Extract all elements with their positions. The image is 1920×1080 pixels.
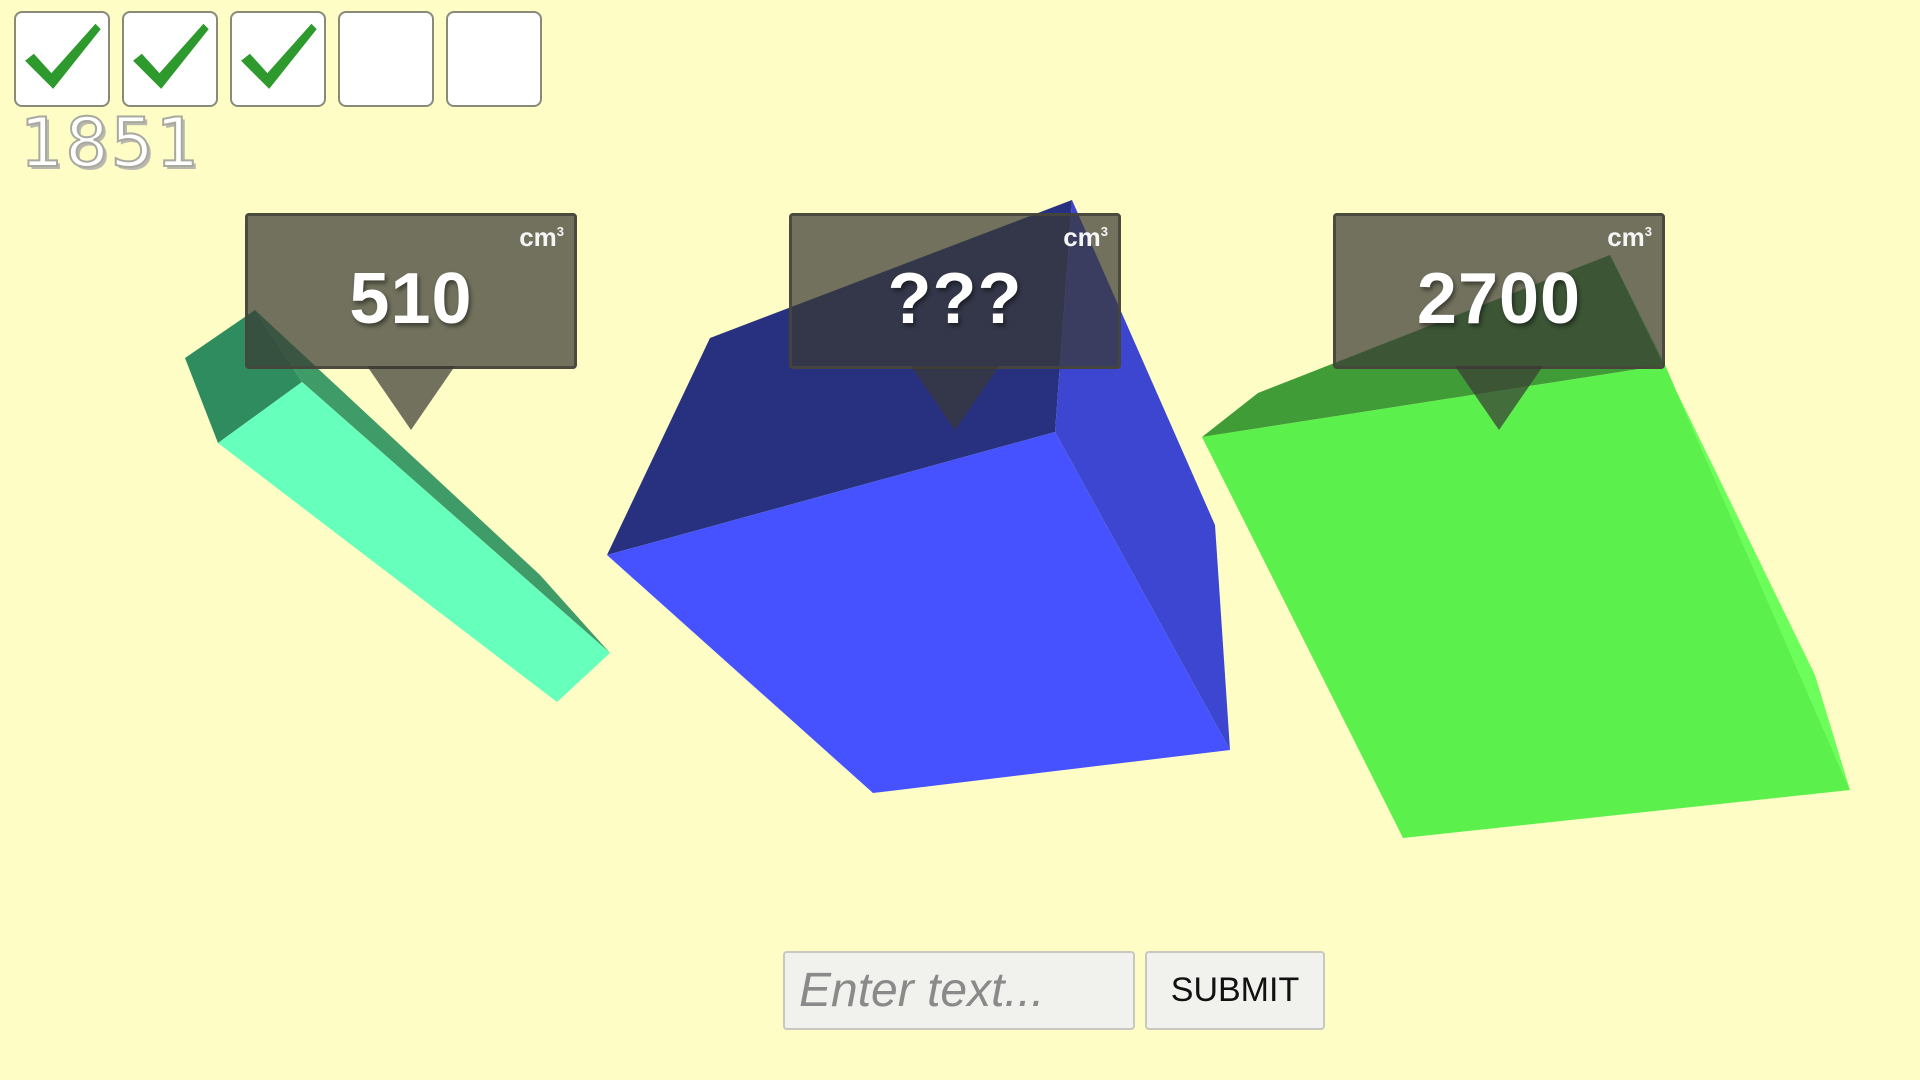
- game-stage: 1851 cm3 510 cm3 ??? cm3 2700 SUBMIT: [0, 0, 1920, 1080]
- volume-value: ???: [887, 259, 1023, 339]
- volume-callout-green: cm3 2700: [1333, 213, 1665, 430]
- unit-label: cm3: [1063, 222, 1108, 252]
- shapes-scene: [185, 200, 1850, 838]
- unit-label: cm3: [519, 222, 564, 252]
- progress-box-2: [122, 11, 218, 107]
- submit-button[interactable]: SUBMIT: [1145, 951, 1325, 1030]
- checkmark-icon: [241, 23, 317, 89]
- progress-box-1: [14, 11, 110, 107]
- callout-pointer: [1455, 366, 1543, 430]
- answer-input[interactable]: [783, 951, 1135, 1030]
- teal-prism-front-face: [218, 382, 610, 702]
- volume-callout-teal: cm3 510: [245, 213, 577, 430]
- progress-box-5: [446, 11, 542, 107]
- checkmark-icon: [133, 23, 209, 89]
- progress-box-3: [230, 11, 326, 107]
- checkmark-icon: [25, 23, 101, 89]
- unit-label: cm3: [1607, 222, 1652, 252]
- score-display: 1851: [19, 104, 202, 183]
- callout-pointer: [367, 366, 455, 430]
- volume-value: 2700: [1416, 259, 1582, 339]
- callout-pointer: [911, 366, 999, 430]
- green-box-front-face: [1202, 365, 1850, 838]
- volume-value: 510: [349, 259, 473, 339]
- progress-tracker: [14, 11, 542, 107]
- answer-form: SUBMIT: [783, 951, 1325, 1030]
- progress-box-4: [338, 11, 434, 107]
- volume-callout-blue: cm3 ???: [789, 213, 1121, 430]
